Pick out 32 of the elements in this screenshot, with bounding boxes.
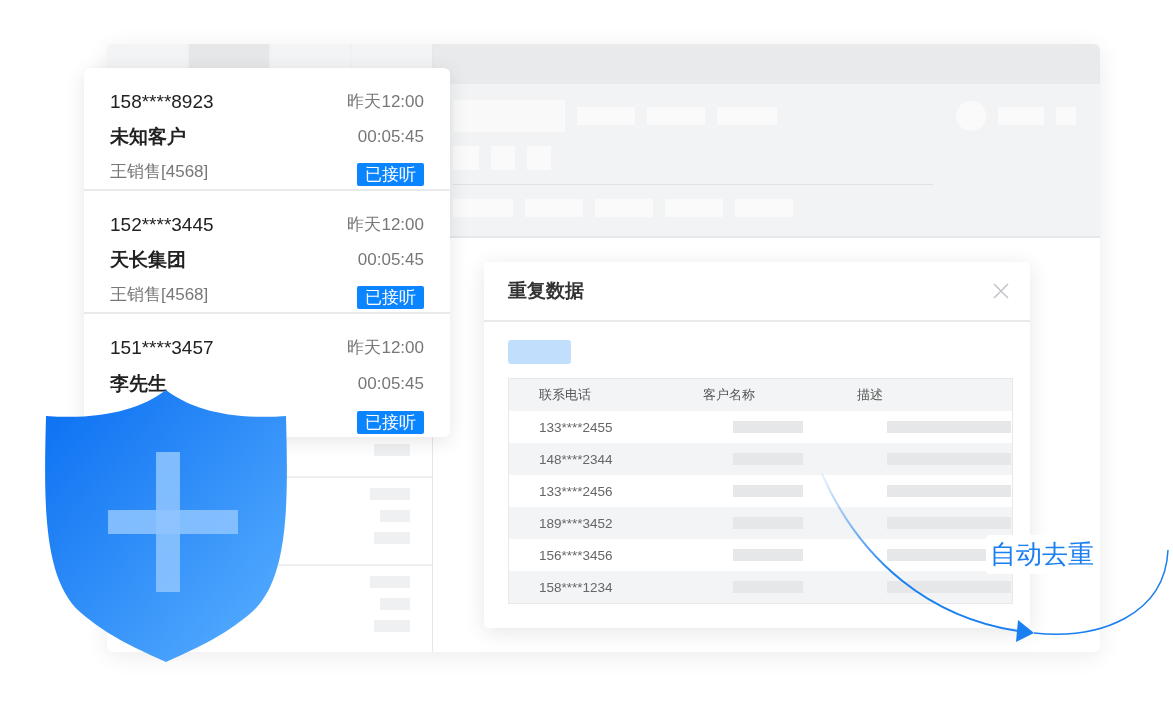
- table-cell-text: 156****3456: [538, 547, 614, 563]
- column-header: 描述: [857, 386, 884, 404]
- call-time: 昨天12:00: [347, 91, 424, 113]
- call-duration: 00:05:45: [357, 249, 424, 271]
- status-badge: 已接听: [357, 286, 424, 309]
- call-duration: 00:05:45: [357, 373, 424, 395]
- customer-name: 李先生: [110, 372, 168, 396]
- customer-name: 天长集团: [110, 248, 187, 272]
- action-button[interactable]: [508, 340, 571, 364]
- close-icon[interactable]: [992, 282, 1010, 300]
- status-badge: 已接听: [357, 163, 424, 186]
- placeholder-bar: [733, 421, 803, 433]
- column-header: 联系电话: [538, 386, 592, 404]
- phone-number: 152****3445: [110, 213, 215, 237]
- table-cell-text: 189****3452: [538, 515, 614, 531]
- call-time: 昨天12:00: [347, 214, 424, 236]
- phone-number: 158****8923: [110, 90, 215, 114]
- placeholder-bar: [733, 485, 803, 497]
- call-time: 昨天12:00: [347, 337, 424, 359]
- customer-name: 未知客户: [110, 125, 187, 149]
- table-cell-text: 148****2344: [538, 451, 614, 467]
- column-header: 客户名称: [703, 386, 756, 404]
- status-badge: 已接听: [357, 411, 424, 434]
- dialog-title: 重复数据: [508, 279, 584, 303]
- call-duration: 00:05:45: [357, 126, 424, 148]
- placeholder-bar: [733, 549, 803, 561]
- table-cell-text: 133****2456: [538, 483, 614, 499]
- agent-name: 王销售[4568]: [110, 284, 210, 306]
- phone-number: 151****3457: [110, 336, 215, 360]
- agent-name: 王销售[4568]: [110, 161, 210, 183]
- table-cell-text: 133****2455: [538, 419, 614, 435]
- table-cell-text: 158****1234: [538, 579, 614, 595]
